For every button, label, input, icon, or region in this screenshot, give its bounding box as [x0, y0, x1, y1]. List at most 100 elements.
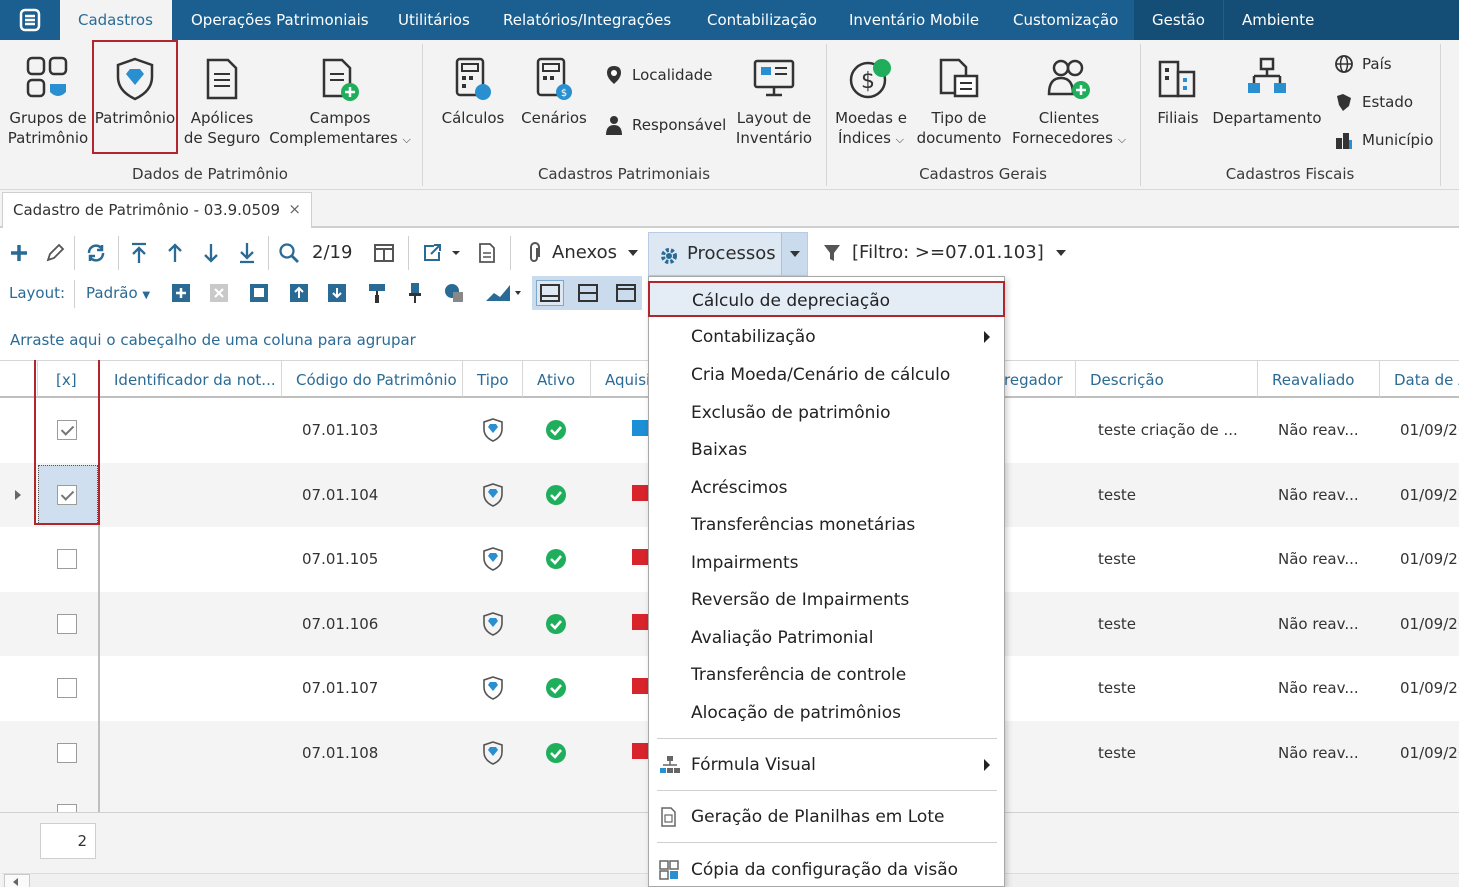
localidade-button[interactable]: Localidade — [604, 64, 713, 86]
arrow-first-icon — [132, 242, 146, 263]
filter-label[interactable]: [Filtro: >=07.01.103] — [852, 242, 1044, 263]
tab-utilitarios[interactable]: Utilitários — [380, 0, 488, 40]
tab-inventario-mobile[interactable]: Inventário Mobile — [831, 0, 997, 40]
chart-button[interactable] — [484, 282, 524, 304]
menu-item-formula-visual[interactable]: Fórmula Visual — [649, 747, 1004, 783]
menu-item-calculo-depreciacao[interactable]: Cálculo de depreciação — [648, 281, 1005, 317]
patrimonio-highlight — [92, 40, 178, 154]
layout-upload-button[interactable] — [288, 282, 310, 304]
layout-inventario-button[interactable]: Layout de Inventário — [734, 56, 814, 148]
column-header-aquisicao[interactable]: Aquisi — [591, 361, 651, 397]
add-record-button[interactable] — [8, 242, 30, 264]
column-header-agregador[interactable]: regador — [1004, 361, 1076, 397]
tab-relatorios-integracoes[interactable]: Relatórios/Integrações — [485, 0, 689, 40]
layout-import-button[interactable] — [248, 282, 270, 304]
menu-item-transferencia-controle[interactable]: Transferência de controle — [649, 657, 1004, 693]
menu-item-impairments[interactable]: Impairments — [649, 545, 1004, 581]
menu-item-copia-configuracao-visao[interactable]: Cópia da configuração da visão — [649, 852, 1004, 887]
menu-item-exclusao-patrimonio[interactable]: Exclusão de patrimônio — [649, 395, 1004, 431]
anexos-dropdown-icon[interactable] — [626, 246, 640, 260]
menu-item-label: Baixas — [691, 440, 748, 460]
row-checkbox[interactable] — [57, 804, 77, 812]
last-record-button[interactable] — [236, 242, 258, 264]
column-header-identificador[interactable]: Identificador da not... — [100, 361, 282, 397]
menu-item-reversao-impairments[interactable]: Reversão de Impairments — [649, 582, 1004, 618]
menu-item-contabilizacao[interactable]: Contabilização — [649, 319, 1004, 355]
pais-button[interactable]: País — [1334, 54, 1392, 74]
menu-item-acrescimos[interactable]: Acréscimos — [649, 470, 1004, 506]
menu-item-alocacao-patrimonios[interactable]: Alocação de patrimônios — [649, 695, 1004, 731]
menu-item-cria-moeda-cenario[interactable]: Cria Moeda/Cenário de cálculo — [649, 357, 1004, 393]
tab-customizacao[interactable]: Customização — [995, 0, 1136, 40]
app-menu-button[interactable] — [0, 0, 60, 40]
tab-cadastros[interactable]: Cadastros — [60, 0, 172, 40]
row-checkbox[interactable] — [57, 613, 77, 634]
apolices-seguro-button[interactable]: Apólices de Seguro — [182, 56, 262, 148]
add-layout-button[interactable] — [170, 282, 192, 304]
view-split-panel-button[interactable] — [574, 280, 602, 306]
layout-select[interactable]: Padrão ▼ — [86, 284, 150, 302]
document-tab-cadastro-patrimonio[interactable]: Cadastro de Patrimônio - 03.9.0509 × — [2, 192, 312, 228]
columns-button[interactable] — [372, 242, 396, 264]
first-record-button[interactable] — [128, 242, 150, 264]
refresh-button[interactable] — [84, 242, 108, 264]
export-icon — [424, 244, 460, 261]
column-header-ativo[interactable]: Ativo — [523, 361, 591, 397]
estado-button[interactable]: Estado — [1334, 92, 1413, 112]
grupos-patrimonio-button[interactable]: Grupos de Patrimônio — [6, 56, 90, 148]
menu-item-label: Cópia da configuração da visão — [691, 860, 959, 880]
tab-contabilizacao[interactable]: Contabilização — [689, 0, 835, 40]
tab-operacoes-patrimoniais[interactable]: Operações Patrimoniais — [173, 0, 387, 40]
layout-download-button[interactable] — [326, 282, 348, 304]
responsavel-button[interactable]: Responsável — [604, 114, 726, 136]
filter-dropdown-icon[interactable] — [1054, 246, 1068, 260]
cenarios-button[interactable]: $ Cenários — [518, 56, 590, 128]
departamento-button[interactable]: Departamento — [1212, 56, 1322, 128]
processos-dropdown-button[interactable] — [781, 233, 807, 275]
menu-item-transferencias-monetarias[interactable]: Transferências monetárias — [649, 507, 1004, 543]
view-top-panel-button[interactable] — [612, 280, 640, 306]
search-button[interactable] — [278, 242, 300, 264]
next-record-button[interactable] — [200, 242, 222, 264]
anexos-button[interactable]: Anexos — [552, 242, 617, 263]
diamond-shield-icon — [482, 547, 504, 575]
row-checkbox[interactable] — [57, 742, 77, 763]
paint-roller-button[interactable] — [366, 282, 388, 304]
tab-gestao[interactable]: Gestão — [1134, 0, 1223, 40]
filiais-button[interactable]: Filiais — [1150, 56, 1206, 128]
menu-item-label: Alocação de patrimônios — [691, 703, 902, 723]
clientes-fornecedores-button[interactable]: Clientes Fornecedores ⌵ — [1008, 56, 1130, 150]
report-button[interactable] — [476, 242, 498, 264]
close-tab-icon[interactable]: × — [288, 200, 301, 218]
calculos-button[interactable]: Cálculos — [440, 56, 506, 128]
calculos-label: Cálculos — [441, 109, 505, 127]
diamond-shield-icon — [482, 611, 504, 640]
cell-descricao: teste — [1098, 679, 1137, 697]
scroll-left-button[interactable] — [4, 874, 30, 887]
moedas-indices-button[interactable]: $ Moedas e Índices ⌵ — [832, 56, 910, 150]
edit-record-button[interactable] — [44, 242, 66, 264]
menu-item-avaliacao-patrimonial[interactable]: Avaliação Patrimonial — [649, 620, 1004, 656]
view-bottom-panel-button[interactable] — [536, 280, 564, 306]
menu-item-geracao-planilhas-lote[interactable]: Geração de Planilhas em Lote — [649, 799, 1004, 835]
previous-record-button[interactable] — [164, 242, 186, 264]
municipio-button[interactable]: Município — [1334, 130, 1433, 150]
pin-button[interactable] — [404, 282, 426, 304]
campos-complementares-button[interactable]: Campos Complementares ⌵ — [268, 56, 412, 150]
column-header-reavaliado[interactable]: Reavaliado — [1258, 361, 1380, 397]
delete-layout-button[interactable] — [208, 282, 230, 304]
export-button[interactable] — [420, 242, 464, 264]
tab-ambiente[interactable]: Ambiente — [1224, 0, 1333, 40]
column-header-tipo[interactable]: Tipo — [463, 361, 523, 397]
column-header-descricao[interactable]: Descrição — [1076, 361, 1258, 397]
column-header-codigo[interactable]: Código do Patrimônio — [282, 361, 463, 397]
menu-item-baixas[interactable]: Baixas — [649, 432, 1004, 468]
shapes-button[interactable] — [442, 282, 466, 304]
row-checkbox[interactable] — [57, 678, 77, 698]
processos-button[interactable]: Processos — [648, 232, 808, 276]
column-header-data[interactable]: Data de A — [1380, 361, 1459, 397]
row-checkbox[interactable] — [57, 549, 77, 569]
estado-label: Estado — [1362, 93, 1414, 111]
tipo-documento-button[interactable]: Tipo de documento — [916, 56, 1002, 148]
filter-icon[interactable] — [822, 242, 842, 264]
